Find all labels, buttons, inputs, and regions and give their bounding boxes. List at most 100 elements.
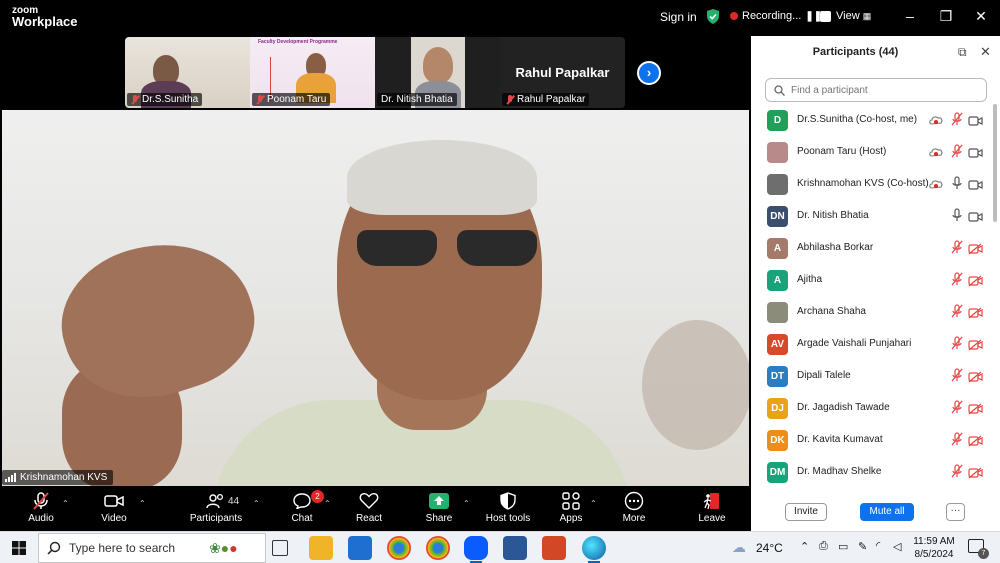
participants-button[interactable]: 44 Participants (188, 487, 244, 531)
camera-off-icon[interactable] (968, 402, 984, 418)
word-icon[interactable] (503, 536, 527, 560)
apps-button[interactable]: Apps (555, 487, 587, 531)
muted-mic-icon[interactable] (950, 464, 966, 480)
muted-mic-icon[interactable] (950, 304, 966, 320)
pause-recording-icon[interactable]: ❚❚ (805, 11, 822, 22)
notifications-icon[interactable]: 7 (968, 539, 989, 559)
audio-options-chevron-icon[interactable]: ⌃ (62, 499, 69, 508)
sign-in-link[interactable]: Sign in (660, 10, 697, 24)
show-hidden-icons-chevron-icon[interactable]: ⌃ (800, 540, 809, 553)
muted-mic-icon[interactable] (950, 144, 966, 160)
muted-mic-icon[interactable] (950, 272, 966, 288)
participant-name: Dr. Kavita Kumavat (797, 434, 883, 445)
mic-icon[interactable] (950, 176, 966, 192)
participant-row[interactable]: Archana Shaha (751, 296, 991, 328)
participant-thumbnail[interactable]: Faculty Development Programme Poonam Tar… (250, 37, 375, 108)
share-button[interactable]: Share (422, 487, 456, 531)
camera-icon[interactable] (968, 210, 984, 226)
participant-row[interactable]: Poonam Taru (Host) (751, 136, 991, 168)
muted-mic-icon[interactable] (950, 112, 966, 128)
camera-off-icon[interactable] (968, 242, 984, 258)
mic-icon[interactable] (950, 208, 966, 224)
pop-out-icon[interactable]: ⧉ (958, 45, 967, 60)
participant-row[interactable]: A Ajitha (751, 264, 991, 296)
zoom-taskbar-icon[interactable] (464, 536, 488, 563)
chrome-profile-icon[interactable] (426, 536, 450, 560)
powerpoint-icon[interactable] (542, 536, 566, 560)
apps-options-chevron-icon[interactable]: ⌃ (590, 499, 597, 508)
search-icon (47, 541, 61, 555)
muted-mic-icon[interactable] (950, 400, 966, 416)
participant-search[interactable] (765, 78, 987, 102)
stop-recording-icon[interactable] (820, 10, 832, 22)
muted-mic-icon[interactable] (950, 240, 966, 256)
meet-now-icon[interactable]: ⎙ (819, 540, 828, 553)
participant-row[interactable]: DK Dr. Kavita Kumavat (751, 424, 991, 456)
mute-all-button[interactable]: Mute all (860, 503, 914, 521)
participant-search-input[interactable] (791, 84, 971, 96)
camera-off-icon[interactable] (968, 434, 984, 450)
participant-list-scrollbar[interactable] (993, 104, 997, 222)
camera-off-icon[interactable] (968, 466, 984, 482)
security-shield-icon[interactable] (706, 9, 720, 24)
muted-mic-icon[interactable] (950, 432, 966, 448)
pen-icon[interactable]: ✎ (858, 540, 867, 553)
participant-row[interactable]: A Abhilasha Borkar (751, 232, 991, 264)
participant-thumbnail[interactable]: Dr.S.Sunitha (125, 37, 250, 108)
share-options-chevron-icon[interactable]: ⌃ (463, 499, 470, 508)
participant-row[interactable]: DT Dipali Talele (751, 360, 991, 392)
participant-thumbnail[interactable]: Rahul Papalkar Rahul Papalkar (500, 37, 625, 108)
notifications-count: 7 (978, 548, 989, 559)
edge-icon[interactable] (582, 536, 606, 563)
video-options-chevron-icon[interactable]: ⌃ (139, 499, 146, 508)
chat-button[interactable]: 2 Chat (286, 487, 324, 531)
panel-more-button[interactable]: ··· (946, 503, 965, 521)
weather-cloud-icon[interactable]: ☁ (732, 539, 746, 556)
battery-icon[interactable]: ▭ (838, 540, 848, 553)
task-view-icon[interactable] (272, 540, 288, 556)
weather-temperature[interactable]: 24°C (756, 541, 783, 555)
camera-off-icon[interactable] (968, 370, 984, 386)
windows-start-icon[interactable] (12, 541, 26, 555)
minimize-icon[interactable]: – (900, 8, 920, 24)
camera-off-icon[interactable] (968, 306, 984, 322)
participant-row[interactable]: Krishnamohan KVS (Co-host) (751, 168, 991, 200)
close-panel-icon[interactable]: ✕ (980, 44, 991, 60)
participant-name: Poonam Taru (Host) (797, 146, 887, 157)
view-menu[interactable]: View ▦ (836, 10, 871, 22)
camera-off-icon[interactable] (968, 274, 984, 290)
camera-icon[interactable] (968, 178, 984, 194)
chat-options-chevron-icon[interactable]: ⌃ (324, 499, 331, 508)
restore-icon[interactable]: ❐ (936, 8, 956, 25)
camera-icon[interactable] (968, 146, 984, 162)
mail-icon[interactable] (348, 536, 372, 560)
leave-button[interactable]: Leave (696, 487, 728, 531)
more-button[interactable]: More (618, 487, 650, 531)
volume-icon[interactable]: ◁ (893, 540, 901, 553)
participant-row[interactable]: DN Dr. Nitish Bhatia (751, 200, 991, 232)
invite-button[interactable]: Invite (785, 503, 827, 521)
system-clock[interactable]: 11:59 AM 8/5/2024 (906, 535, 962, 561)
participant-list: D Dr.S.Sunitha (Co-host, me) Poonam Taru (… (751, 104, 991, 484)
participant-row[interactable]: DJ Dr. Jagadish Tawade (751, 392, 991, 424)
wifi-icon[interactable]: ◜ (876, 539, 880, 552)
taskbar-search[interactable]: Type here to search ❀●● (38, 533, 266, 563)
participant-row[interactable]: D Dr.S.Sunitha (Co-host, me) (751, 104, 991, 136)
participant-row[interactable]: DM Dr. Madhav Shelke (751, 456, 991, 484)
muted-mic-icon[interactable] (950, 336, 966, 352)
participant-row[interactable]: AV Argade Vaishali Punjahari (751, 328, 991, 360)
camera-off-icon[interactable] (968, 338, 984, 354)
close-window-icon[interactable]: ✕ (971, 8, 991, 25)
participants-options-chevron-icon[interactable]: ⌃ (253, 499, 260, 508)
audio-button[interactable]: Audio (20, 487, 62, 531)
next-page-chevron-icon[interactable]: › (637, 61, 661, 85)
video-button[interactable]: Video (94, 487, 134, 531)
host-tools-button[interactable]: Host tools (484, 487, 532, 531)
file-explorer-icon[interactable] (309, 536, 333, 560)
participant-thumbnail[interactable]: Dr. Nitish Bhatia (375, 37, 500, 108)
muted-mic-icon[interactable] (950, 368, 966, 384)
camera-icon[interactable] (968, 114, 984, 130)
recording-indicator[interactable]: Recording... ❚❚ (730, 10, 832, 22)
chrome-icon[interactable] (387, 536, 411, 560)
react-button[interactable]: React (352, 487, 386, 531)
